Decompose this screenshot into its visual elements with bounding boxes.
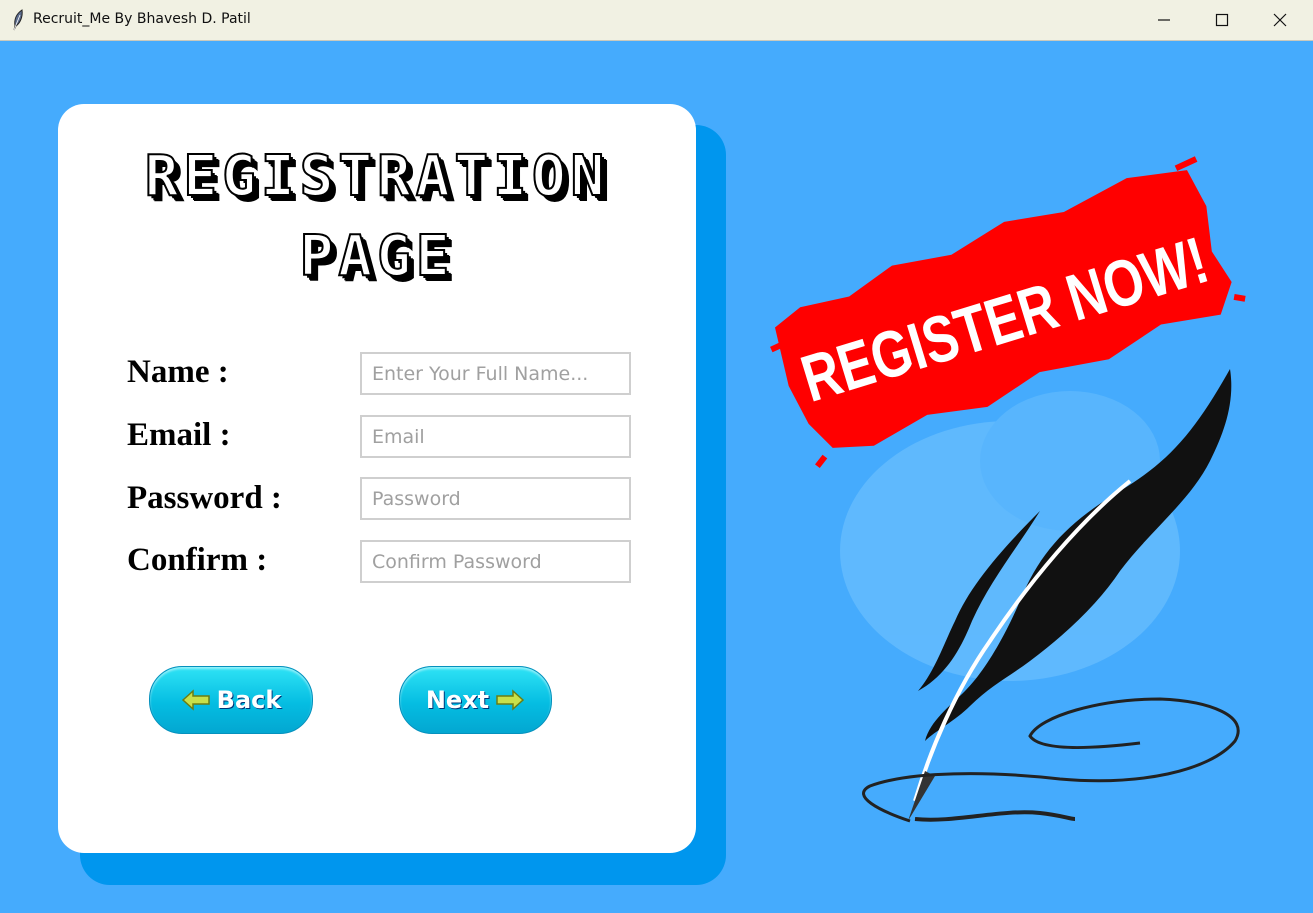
back-button-label: Back [216, 686, 282, 714]
confirm-password-input[interactable] [360, 540, 631, 583]
next-button[interactable]: Next [399, 666, 552, 734]
email-label: Email : [127, 417, 231, 453]
back-button[interactable]: Back [149, 666, 313, 734]
arrow-left-icon [181, 689, 210, 711]
maximize-icon [1215, 13, 1229, 27]
next-button-label: Next [425, 686, 490, 714]
maximize-button[interactable] [1193, 0, 1251, 40]
confirm-label: Confirm : [127, 542, 268, 578]
arrow-right-icon [496, 689, 525, 711]
window-titlebar: Recruit_Me By Bhavesh D. Patil [0, 0, 1313, 41]
password-label: Password : [127, 480, 282, 516]
promo-illustration: REGISTER NOW! [770, 156, 1246, 823]
minimize-button[interactable] [1135, 0, 1193, 40]
close-icon [1273, 13, 1287, 27]
window-title: Recruit_Me By Bhavesh D. Patil [33, 11, 251, 27]
email-input[interactable] [360, 415, 631, 458]
registration-card: REGISTRATION PAGE Name : Email : Passwor… [58, 104, 696, 853]
page-title: REGISTRATION [144, 143, 610, 210]
minimize-icon [1158, 19, 1170, 21]
close-button[interactable] [1251, 0, 1309, 40]
main-content: REGISTRATION PAGE Name : Email : Passwor… [0, 41, 1313, 913]
name-input[interactable] [360, 352, 631, 395]
password-input[interactable] [360, 477, 631, 520]
feather-icon [13, 9, 23, 31]
page-subtitle: PAGE [299, 223, 455, 290]
name-label: Name : [127, 354, 229, 390]
